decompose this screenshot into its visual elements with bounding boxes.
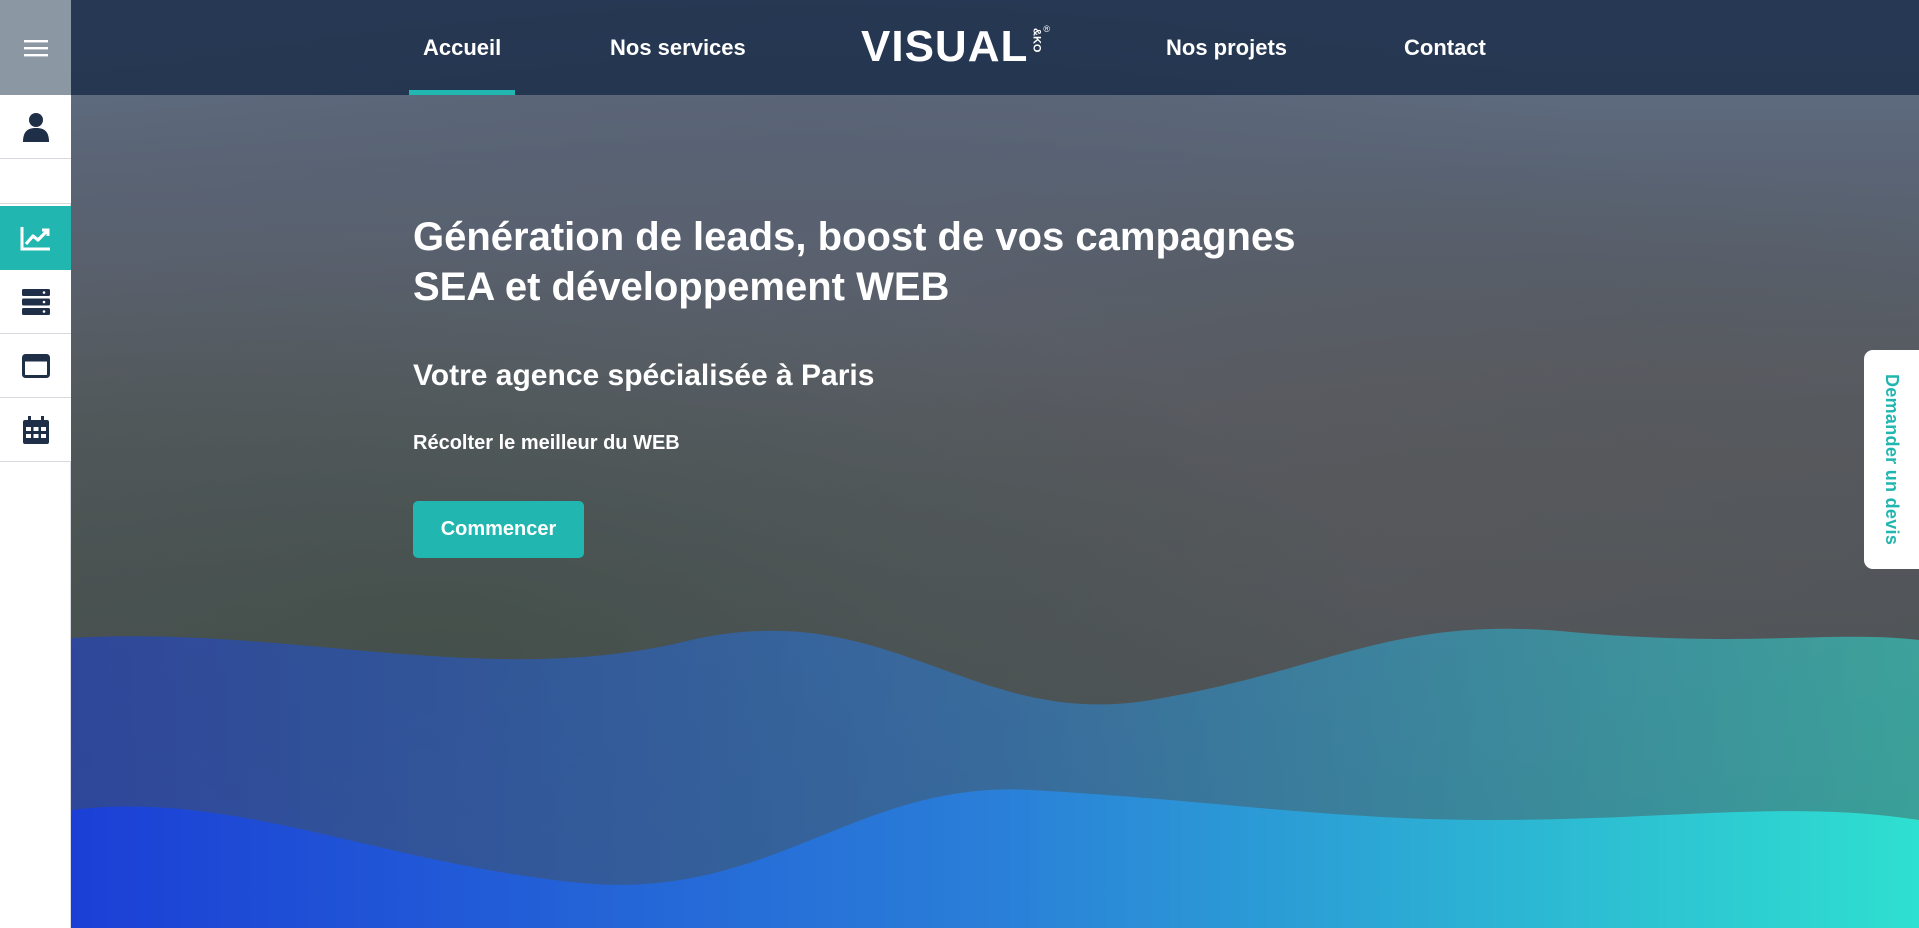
nav-contact[interactable]: Contact	[1404, 0, 1486, 95]
logo-registered-mark: ®	[1043, 24, 1050, 34]
request-quote-label: Demander un devis	[1882, 373, 1902, 546]
hero-title: Génération de leads, boost de vos campag…	[413, 215, 1296, 309]
sidebar-item-account[interactable]	[0, 95, 71, 159]
hero-wave-decoration	[71, 628, 1919, 928]
nav-nos-projets[interactable]: Nos projets	[1166, 0, 1287, 95]
visual-ko-logo[interactable]: VISUAL &KO ®	[861, 24, 1050, 70]
sidebar-item-hosting[interactable]	[0, 270, 71, 334]
sidebar-spacer	[0, 159, 71, 204]
request-quote-tab[interactable]: Demander un devis	[1864, 350, 1919, 569]
sidebar-item-calendar[interactable]	[0, 398, 71, 462]
start-button[interactable]: Commencer	[413, 501, 584, 558]
logo-subtext: &KO	[1030, 28, 1043, 53]
menu-toggle-button[interactable]	[0, 0, 71, 95]
left-icon-sidebar	[0, 0, 71, 928]
server-icon	[21, 288, 50, 315]
sidebar-item-web[interactable]	[0, 334, 71, 398]
menu-icon	[23, 39, 48, 56]
hero-subtitle: Votre agence spécialisée à Paris	[413, 359, 875, 392]
nav-accueil[interactable]: Accueil	[408, 0, 516, 95]
hero-tagline: Récolter le meilleur du WEB	[413, 432, 680, 454]
window-icon	[21, 353, 50, 378]
calendar-icon	[22, 415, 49, 444]
sidebar-item-analytics[interactable]	[0, 206, 71, 270]
chart-line-icon	[20, 227, 50, 251]
nav-nos-services[interactable]: Nos services	[610, 0, 746, 95]
main-navigation: Accueil Nos services VISUAL &KO ® Nos pr…	[71, 0, 1919, 95]
user-icon	[22, 112, 49, 142]
logo-text: VISUAL	[861, 22, 1029, 71]
